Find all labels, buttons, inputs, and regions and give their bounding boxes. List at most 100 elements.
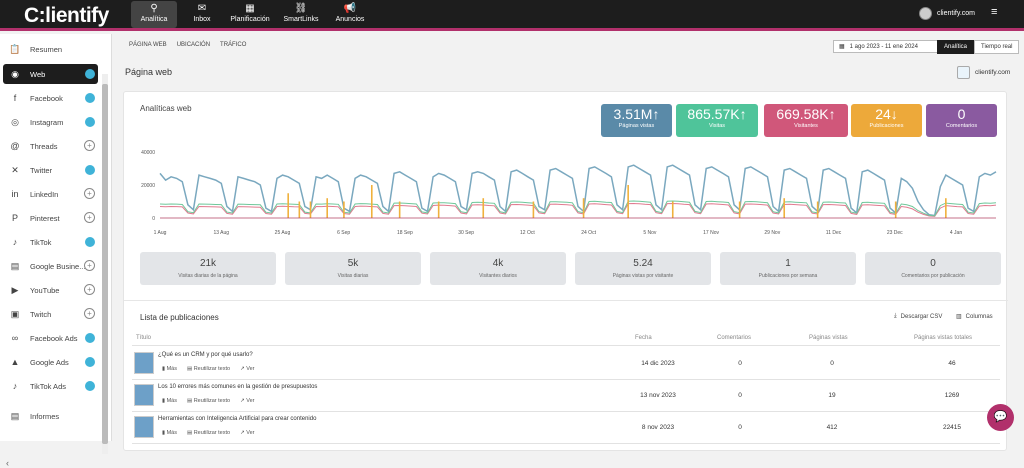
- post-total-views: 1269: [944, 392, 960, 399]
- page-account[interactable]: clientify.com: [957, 66, 1010, 79]
- table-row[interactable]: ¿Qué es un CRM y por qué usarlo? ▮ Más ▤…: [132, 348, 1000, 380]
- sidebar-item-informes[interactable]: ▤ Informes: [3, 406, 98, 426]
- publication-bar[interactable]: [398, 201, 401, 219]
- publication-bar[interactable]: [627, 185, 629, 218]
- kpi-publicaciones[interactable]: 24↓ Publicaciones: [851, 104, 922, 137]
- publication-bar[interactable]: [671, 201, 674, 219]
- kpi-visitantes[interactable]: 669.58K↑ Visitantes: [764, 104, 848, 137]
- connected-badge-icon[interactable]: [85, 357, 95, 367]
- sidebar-item-facebook[interactable]: f Facebook: [3, 88, 98, 108]
- date-range-picker[interactable]: ▦ 1 ago 2023 - 11 ene 2024: [833, 40, 940, 53]
- connected-badge-icon[interactable]: [85, 333, 95, 343]
- publication-bar[interactable]: [945, 198, 947, 218]
- sidebar-item-youtube[interactable]: ▶ YouTube +: [3, 280, 98, 300]
- clientify-logo[interactable]: C:lientify: [24, 4, 109, 28]
- toggle-analitica[interactable]: Analítica: [937, 40, 975, 54]
- header-comentarios[interactable]: Comentarios: [717, 335, 751, 341]
- nav-anuncios[interactable]: 📢 Anuncios: [327, 1, 373, 28]
- connected-badge-icon[interactable]: [85, 165, 95, 175]
- view-button[interactable]: ↗ Ver: [240, 430, 254, 436]
- publication-bar[interactable]: [343, 201, 345, 219]
- connected-badge-icon[interactable]: [85, 237, 95, 247]
- tab-ubicacion[interactable]: UBICACIÓN: [177, 42, 210, 48]
- sidebar-item-linkedin[interactable]: in LinkedIn +: [3, 184, 98, 204]
- header-paginas-vistas-totales[interactable]: Páginas vistas totales: [914, 335, 972, 341]
- sidebar-item-instagram[interactable]: ◎ Instagram: [3, 112, 98, 132]
- header-paginas-vistas[interactable]: Páginas vistas: [809, 335, 848, 341]
- download-icon: ⤓: [894, 313, 897, 319]
- post-title[interactable]: Los 10 errores más comunes en la gestión…: [158, 384, 317, 390]
- post-title[interactable]: Herramientas con Inteligencia Artificial…: [158, 416, 316, 422]
- header-titulo[interactable]: Título: [136, 335, 151, 341]
- more-button[interactable]: ▮ Más: [162, 366, 177, 372]
- publication-bar[interactable]: [482, 198, 485, 218]
- post-title[interactable]: ¿Qué es un CRM y por qué usarlo?: [158, 352, 253, 358]
- nav-planificacion[interactable]: ▦ Planificación: [226, 1, 274, 28]
- stat-value: 5k: [347, 258, 359, 269]
- connected-badge-icon[interactable]: [85, 69, 95, 79]
- sidebar-item-twitter[interactable]: ✕ Twitter: [3, 160, 98, 180]
- add-account-icon[interactable]: +: [84, 308, 95, 319]
- publication-bar[interactable]: [326, 198, 328, 218]
- publication-bar[interactable]: [738, 201, 741, 219]
- sidebar-item-twitch[interactable]: ▣ Twitch +: [3, 304, 98, 324]
- publication-bar[interactable]: [309, 201, 312, 219]
- toggle-tiempo-real[interactable]: Tiempo real: [974, 40, 1020, 54]
- publication-bar[interactable]: [582, 198, 585, 218]
- kpi-comentarios[interactable]: 0 Comentarios: [926, 104, 997, 137]
- publication-bar[interactable]: [532, 201, 535, 219]
- view-button[interactable]: ↗ Ver: [240, 366, 254, 372]
- sidebar-item-web[interactable]: ◉ Web: [3, 64, 98, 84]
- more-button[interactable]: ▮ Más: [162, 398, 177, 404]
- view-button[interactable]: ↗ Ver: [240, 398, 254, 404]
- table-row[interactable]: Herramientas con Inteligencia Artificial…: [132, 412, 1000, 444]
- publication-bar[interactable]: [287, 193, 289, 218]
- post-views: 412: [826, 424, 838, 431]
- stat-card: 5k Visitas diarias: [285, 252, 421, 285]
- chat-bubble-icon[interactable]: 💬: [987, 404, 1014, 431]
- add-account-icon[interactable]: +: [84, 260, 95, 271]
- publication-bar[interactable]: [816, 201, 819, 219]
- publication-bar[interactable]: [783, 198, 786, 218]
- more-button[interactable]: ▮ Más: [162, 430, 177, 436]
- sidebar-item-google-ads[interactable]: ▲ Google Ads: [3, 352, 98, 372]
- sidebar-scrollbar[interactable]: [102, 74, 108, 454]
- sidebar-item-threads[interactable]: @ Threads +: [3, 136, 98, 156]
- tab-trafico[interactable]: TRÁFICO: [220, 42, 246, 48]
- sidebar-item-tiktok-ads[interactable]: ♪ TikTok Ads: [3, 376, 98, 396]
- reuse-text-button[interactable]: ▤ Reutilizar texto: [187, 430, 230, 436]
- download-csv-button[interactable]: ⤓ Descargar CSV: [894, 313, 942, 320]
- nav-smartlinks[interactable]: ⛓ SmartLinks: [277, 1, 325, 28]
- sidebar-item-pinterest[interactable]: P Pinterest +: [3, 208, 98, 228]
- publication-bar[interactable]: [894, 201, 897, 219]
- connected-badge-icon[interactable]: [85, 381, 95, 391]
- add-account-icon[interactable]: +: [84, 284, 95, 295]
- connected-badge-icon[interactable]: [85, 93, 95, 103]
- connected-badge-icon[interactable]: [85, 117, 95, 127]
- account-menu[interactable]: clientify.com: [919, 7, 975, 20]
- scrollbar-thumb[interactable]: [102, 84, 108, 444]
- add-account-icon[interactable]: +: [84, 212, 95, 223]
- nav-inbox[interactable]: ✉ Inbox: [179, 1, 225, 28]
- post-views: 0: [830, 360, 834, 367]
- collapse-sidebar-icon[interactable]: ‹: [6, 458, 9, 468]
- header-fecha[interactable]: Fecha: [635, 335, 652, 341]
- columns-button[interactable]: ▥ Columnas: [956, 313, 993, 321]
- reuse-text-button[interactable]: ▤ Reutilizar texto: [187, 398, 230, 404]
- publication-bar[interactable]: [370, 185, 373, 218]
- publication-bar[interactable]: [437, 201, 440, 219]
- add-account-icon[interactable]: +: [84, 140, 95, 151]
- sidebar-item-google-busine[interactable]: ▤ Google Busine... +: [3, 256, 98, 276]
- add-account-icon[interactable]: +: [84, 188, 95, 199]
- reuse-text-button[interactable]: ▤ Reutilizar texto: [187, 366, 230, 372]
- kpi-páginas-vistas[interactable]: 3.51M↑ Páginas vistas: [601, 104, 672, 137]
- sidebar-item-tiktok[interactable]: ♪ TikTok: [3, 232, 98, 252]
- nav-analitica[interactable]: ⚲ Analítica: [131, 1, 177, 28]
- tab-pagina-web[interactable]: PÁGINA WEB: [129, 42, 167, 48]
- publication-bar[interactable]: [298, 201, 301, 219]
- sidebar-item-facebook-ads[interactable]: ∞ Facebook Ads: [3, 328, 98, 348]
- sidebar-item-resumen[interactable]: 📋 Resumen: [3, 39, 98, 59]
- kpi-visitas[interactable]: 865.57K↑ Visitas: [676, 104, 758, 137]
- hamburger-menu-icon[interactable]: ≡: [991, 6, 997, 18]
- table-row[interactable]: Los 10 errores más comunes en la gestión…: [132, 380, 1000, 412]
